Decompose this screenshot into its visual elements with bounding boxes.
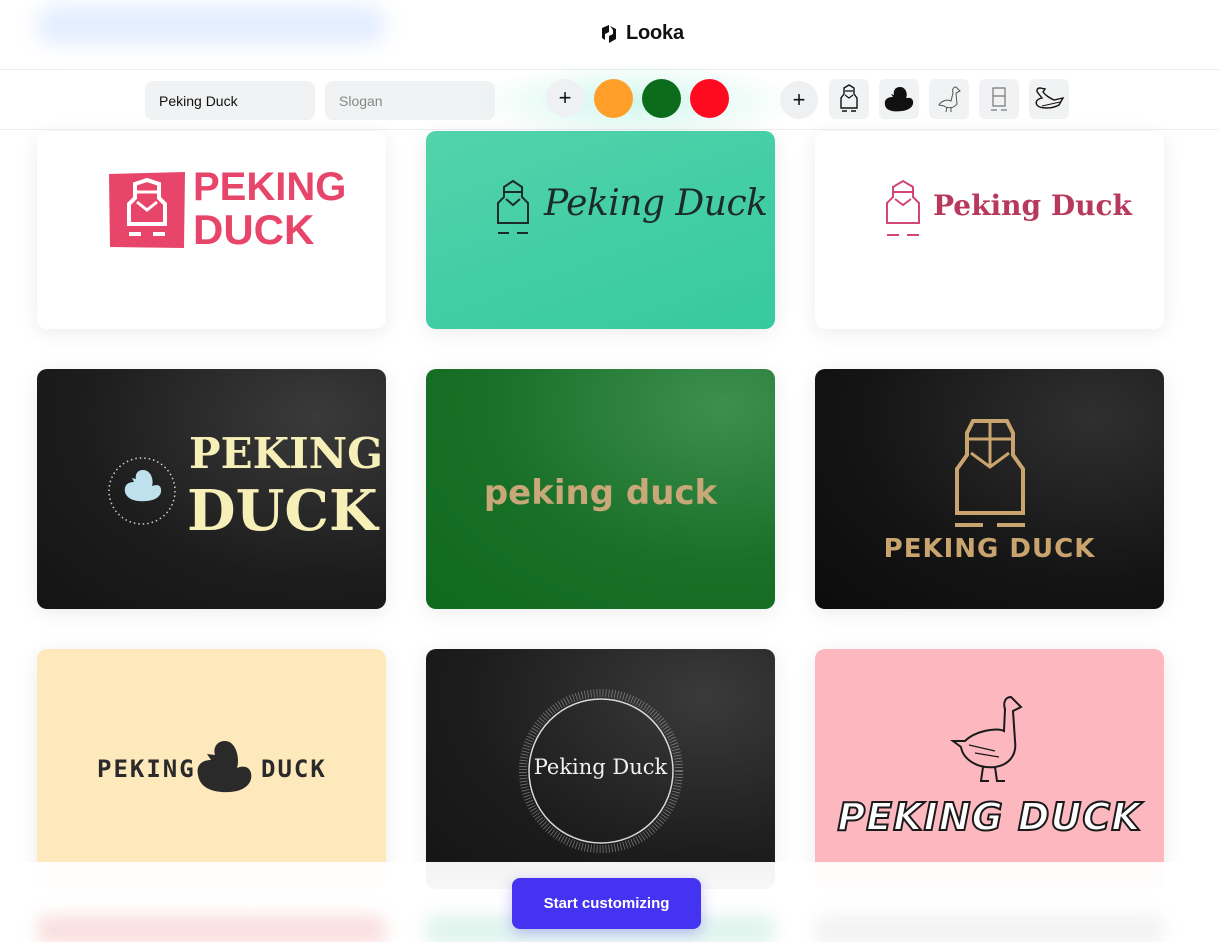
company-name-input[interactable]: Peking Duck <box>145 81 315 120</box>
logo-line1: PEKING <box>189 429 384 478</box>
logo-card-7[interactable]: PEKING DUCK <box>37 649 386 889</box>
blurred-banner <box>36 6 386 44</box>
next-row-ghost <box>37 915 386 942</box>
duck-outline-pink-icon <box>886 179 920 236</box>
logo-card-3[interactable]: Peking Duck <box>815 131 1164 329</box>
logo-card-2[interactable]: Peking Duck <box>426 131 775 329</box>
logo-text: peking duck <box>483 473 718 513</box>
color-swatch-orange[interactable] <box>594 79 633 118</box>
geometric-duck-icon <box>991 87 1007 111</box>
logo-card-4[interactable]: PEKING DUCK <box>37 369 386 609</box>
logo-left-word: PEKING <box>97 755 196 783</box>
add-color-button[interactable]: + <box>546 79 584 117</box>
rubber-duck-icon <box>884 87 914 112</box>
logo-card-9[interactable]: PEKING DUCK <box>815 649 1164 889</box>
logo-card-6[interactable]: PEKING DUCK <box>815 369 1164 609</box>
logo-text: Peking Duck <box>544 183 768 224</box>
goose-sketch-icon <box>938 86 961 113</box>
geometric-duck-gold-icon <box>955 419 1025 527</box>
logo-text: PEKING DUCK <box>836 794 1142 840</box>
color-swatch-red[interactable] <box>690 79 729 118</box>
controls-glow <box>470 62 800 142</box>
add-symbol-button[interactable]: + <box>780 81 818 119</box>
logo-line2: DUCK <box>187 478 378 544</box>
duck-circle-badge-icon <box>108 457 176 525</box>
logo-text: PEKING DUCK <box>883 534 1096 564</box>
looka-logo-icon <box>602 24 616 43</box>
logo-line2: DUCK <box>193 206 315 253</box>
logo-card-5[interactable]: peking duck <box>426 369 775 609</box>
symbol-goose-sketch[interactable] <box>929 79 969 119</box>
color-swatch-green[interactable] <box>642 79 681 118</box>
logo-text: Peking Duck <box>933 189 1132 222</box>
rubber-duck-black-icon <box>197 741 252 793</box>
logo-line1: PEKING <box>193 165 347 209</box>
swan-outline-icon <box>1035 87 1065 109</box>
symbol-geometric-duck[interactable] <box>979 79 1019 119</box>
start-customizing-button[interactable]: Start customizing <box>512 878 701 929</box>
symbol-rubber-duck[interactable] <box>879 79 919 119</box>
brand-name: Looka <box>626 22 684 44</box>
logo-results-page: Looka Peking Duck Slogan + + PEKING DUCK… <box>0 0 1219 942</box>
top-bar: Looka <box>0 0 1219 70</box>
logo-card-8[interactable]: Peking Duck <box>426 649 775 889</box>
symbol-swan[interactable] <box>1029 79 1069 119</box>
brand[interactable]: Looka <box>598 22 684 45</box>
penguin-outline-icon <box>840 84 858 112</box>
duck-outline-icon <box>497 179 529 234</box>
goose-sketch-black-icon <box>950 695 1023 782</box>
symbol-penguin[interactable] <box>829 79 869 119</box>
logo-right-word: DUCK <box>261 755 327 783</box>
logo-text: Peking Duck <box>533 755 668 779</box>
red-duck-badge-icon <box>109 172 185 248</box>
next-row-ghost <box>815 915 1164 942</box>
logo-card-1[interactable]: PEKING DUCK <box>37 131 386 329</box>
